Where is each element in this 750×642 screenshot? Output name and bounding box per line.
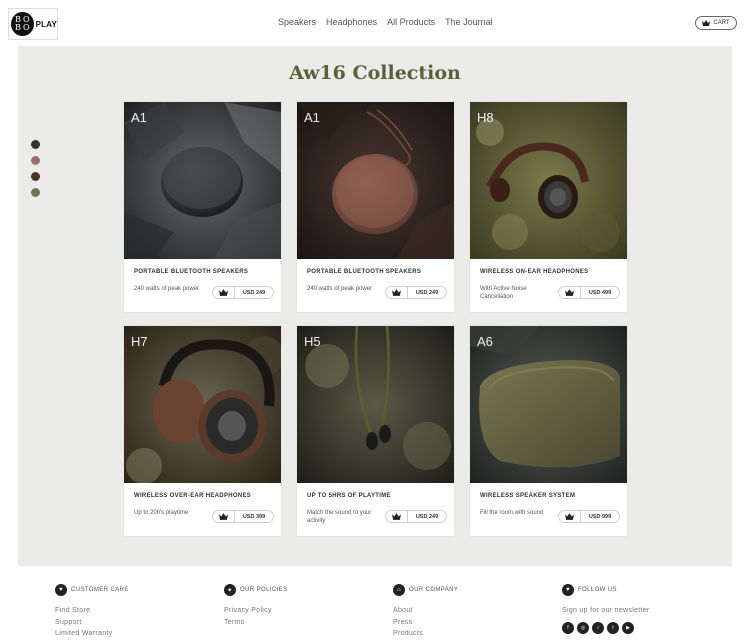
product-price: USD 999: [588, 513, 612, 520]
product-image[interactable]: A6: [470, 326, 627, 483]
product-card[interactable]: H8 WIRELESS ON-EAR HEADPHONES With Activ…: [470, 102, 627, 312]
footer-heading: OUR COMPANY: [409, 587, 459, 593]
product-title: UP TO 5HRS OF PLAYTIME: [307, 493, 391, 499]
product-title: PORTABLE BLUETOOTH SPEAKERS: [134, 269, 249, 275]
footer-policies: ✦ OUR POLICIES Privacy Policy Terms: [224, 584, 374, 628]
footer-link-support[interactable]: Support: [55, 617, 205, 629]
footer-link-products[interactable]: Products: [393, 628, 543, 640]
add-to-cart-button[interactable]: USD 249: [212, 286, 274, 299]
crown-icon: [702, 20, 711, 26]
color-dot-brown[interactable]: [31, 172, 40, 181]
brand-logo[interactable]: B O B O PLAY: [8, 8, 58, 40]
product-price: USD 249: [242, 289, 266, 296]
nav-all-products[interactable]: All Products: [387, 17, 435, 27]
crown-icon: [559, 287, 581, 298]
model-label: H8: [477, 110, 494, 125]
footer-heading: CUSTOMER CARE: [71, 587, 129, 593]
footer-link-press[interactable]: Press: [393, 617, 543, 629]
product-image[interactable]: H5: [297, 326, 454, 483]
cart-label: CART: [713, 20, 730, 26]
footer-link-terms[interactable]: Terms: [224, 617, 374, 629]
site-footer: ♥ CUSTOMER CARE Find Store Support Limit…: [0, 566, 750, 642]
model-label: A1: [131, 110, 147, 125]
crown-icon: [386, 287, 408, 298]
instagram-icon[interactable]: ◎: [577, 621, 589, 634]
product-price: USD 499: [588, 289, 612, 296]
footer-customer-care: ♥ CUSTOMER CARE Find Store Support Limit…: [55, 584, 205, 640]
crown-icon: [213, 287, 235, 298]
add-to-cart-button[interactable]: USD 249: [385, 510, 447, 523]
product-description: Fill the room with sound: [480, 510, 544, 516]
newsletter-link[interactable]: Sign up for our newsletter: [562, 605, 712, 617]
color-dot-charcoal[interactable]: [31, 140, 40, 149]
footer-link-about[interactable]: About: [393, 605, 543, 617]
twitter-icon[interactable]: t: [607, 621, 619, 634]
footer-link-limited-warranty[interactable]: Limited Warranty: [55, 628, 205, 640]
footer-follow: ♥ FOLLOW US Sign up for our newsletter f…: [562, 584, 712, 634]
main-nav: Speakers Headphones All Products The Jou…: [278, 17, 493, 27]
product-description: With Active Noise Cancellation: [480, 286, 527, 300]
heart-icon: ♥: [562, 584, 574, 596]
color-dot-rose[interactable]: [31, 156, 40, 165]
product-description: Up to 20h's playtime: [134, 510, 189, 516]
social-icons: f ◎ ♪ t ▶: [562, 621, 712, 634]
heart-icon: ♥: [55, 584, 67, 596]
product-description: 240 watts of peak power: [307, 286, 373, 292]
add-to-cart-button[interactable]: USD 399: [212, 510, 274, 523]
model-label: H5: [304, 334, 321, 349]
product-image[interactable]: A1: [297, 102, 454, 259]
footer-heading: OUR POLICIES: [240, 587, 288, 593]
product-price: USD 249: [415, 289, 439, 296]
youtube-icon[interactable]: ▶: [622, 621, 634, 634]
footer-link-privacy-policy[interactable]: Privacy Policy: [224, 605, 374, 617]
home-icon: ⌂: [393, 584, 405, 596]
site-header: B O B O PLAY Speakers Headphones All Pro…: [0, 0, 750, 46]
bo-logo-icon: B O B O: [11, 12, 34, 36]
product-image[interactable]: H8: [470, 102, 627, 259]
product-card[interactable]: H7 WIRELESS OVER-EAR HEADPHONES Up to 20…: [124, 326, 281, 536]
product-description: 240 watts of peak power: [134, 286, 200, 292]
product-title: PORTABLE BLUETOOTH SPEAKERS: [307, 269, 422, 275]
logo-text: PLAY: [35, 19, 57, 29]
product-description: Match the sound to your activity: [307, 510, 372, 524]
add-to-cart-button[interactable]: USD 999: [558, 510, 620, 523]
product-image[interactable]: A1: [124, 102, 281, 259]
collection-panel: Aw16 Collection A1 PORTABLE BLUETOOTH SP…: [18, 46, 732, 566]
color-selector: [31, 140, 40, 197]
product-card[interactable]: H5 UP TO 5HRS OF PLAYTIME Match the soun…: [297, 326, 454, 536]
footer-company: ⌂ OUR COMPANY About Press Products: [393, 584, 543, 640]
music-icon[interactable]: ♪: [592, 621, 604, 634]
product-title: WIRELESS OVER-EAR HEADPHONES: [134, 493, 252, 499]
product-card[interactable]: A1 PORTABLE BLUETOOTH SPEAKERS 240 watts…: [297, 102, 454, 312]
product-title: WIRELESS SPEAKER SYSTEM: [480, 493, 576, 499]
product-card[interactable]: A6 WIRELESS SPEAKER SYSTEM Fill the room…: [470, 326, 627, 536]
model-label: A6: [477, 334, 493, 349]
product-title: WIRELESS ON-EAR HEADPHONES: [480, 269, 589, 275]
footer-heading: FOLLOW US: [578, 587, 617, 593]
nav-the-journal[interactable]: The Journal: [445, 17, 493, 27]
product-image[interactable]: H7: [124, 326, 281, 483]
add-to-cart-button[interactable]: USD 499: [558, 286, 620, 299]
product-price: USD 249: [415, 513, 439, 520]
nav-headphones[interactable]: Headphones: [326, 17, 377, 27]
crown-icon: [213, 511, 235, 522]
facebook-icon[interactable]: f: [562, 621, 574, 634]
cart-button[interactable]: CART: [695, 16, 737, 30]
crown-icon: [559, 511, 581, 522]
product-price: USD 399: [242, 513, 266, 520]
product-card[interactable]: A1 PORTABLE BLUETOOTH SPEAKERS 240 watts…: [124, 102, 281, 312]
collection-title: Aw16 Collection: [289, 62, 461, 84]
crown-icon: [386, 511, 408, 522]
model-label: H7: [131, 334, 148, 349]
badge-icon: ✦: [224, 584, 236, 596]
nav-speakers[interactable]: Speakers: [278, 17, 316, 27]
color-dot-green[interactable]: [31, 188, 40, 197]
footer-link-find-store[interactable]: Find Store: [55, 605, 205, 617]
model-label: A1: [304, 110, 320, 125]
add-to-cart-button[interactable]: USD 249: [385, 286, 447, 299]
